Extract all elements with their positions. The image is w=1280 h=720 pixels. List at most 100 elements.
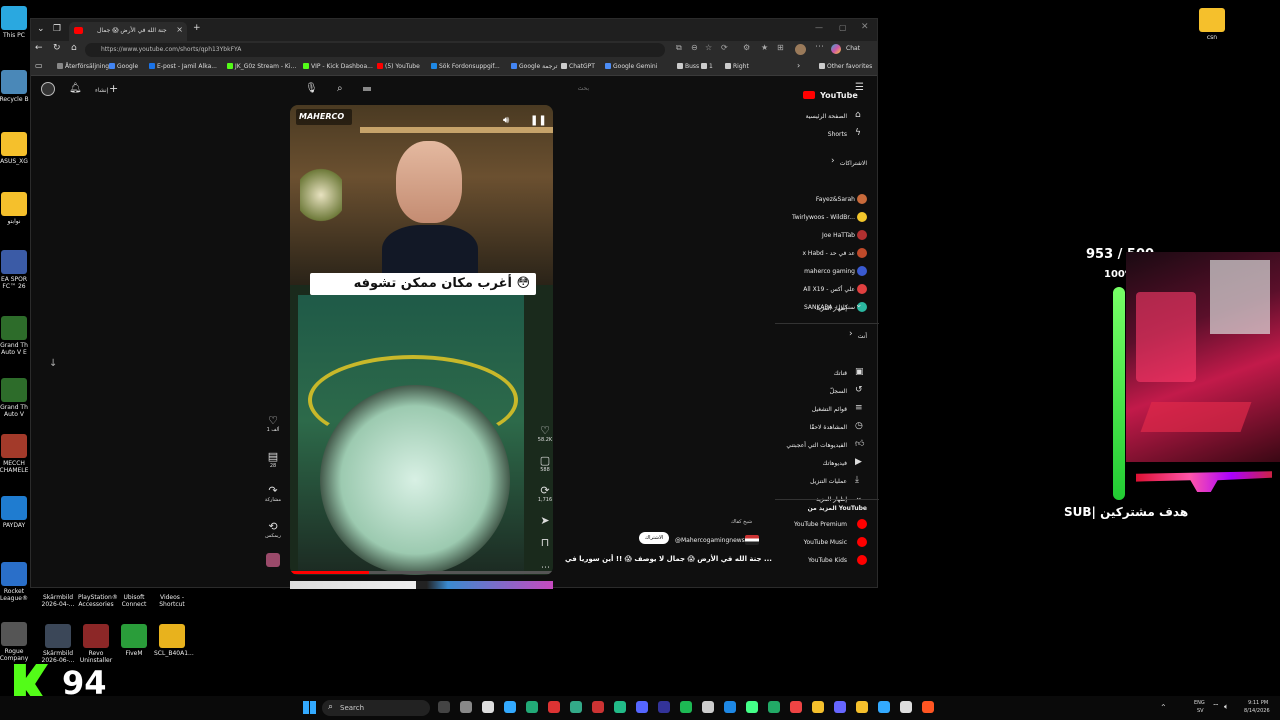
reload-icon[interactable]: ↻: [53, 43, 61, 53]
taskbar-app-icon[interactable]: [526, 701, 538, 713]
favorite-link[interactable]: Right: [725, 63, 749, 70]
notifications-icon[interactable]: 🔔︎: [69, 83, 82, 94]
prev-comment-button[interactable]: ▤ 28: [263, 451, 283, 470]
taskbar-app-icon[interactable]: [878, 701, 890, 713]
search-icon[interactable]: ⌕: [337, 83, 343, 94]
taskbar-app-icon[interactable]: [614, 701, 626, 713]
desktop-icon[interactable]: Revo Uninstaller: [78, 624, 114, 664]
create-plus-icon[interactable]: +: [109, 82, 118, 95]
desktop-icon[interactable]: FiveM: [116, 624, 152, 657]
other-favorites[interactable]: Other favorites: [819, 63, 872, 70]
subscribe-button[interactable]: الاشتراك: [639, 532, 670, 544]
desktop-icon[interactable]: Skärmbild 2026-04-...: [40, 594, 76, 608]
favorites-icon[interactable]: ★: [761, 43, 768, 52]
clock-date[interactable]: 8/14/2026: [1244, 708, 1270, 714]
taskbar-app-icon[interactable]: [768, 701, 780, 713]
zoom-icon[interactable]: ⊖: [691, 43, 698, 52]
favorite-link[interactable]: (5) YouTube: [377, 63, 420, 70]
taskbar-app-icon[interactable]: [592, 701, 604, 713]
volume-icon[interactable]: 🔊︎: [503, 115, 509, 126]
desktop-icon[interactable]: Grand Th Auto V E: [0, 316, 32, 356]
short-video[interactable]: MAHERCO 🔊︎ ❚❚ أغرب مكان ممكن تشوفه 😳: [290, 105, 553, 575]
favorite-link[interactable]: Google: [109, 63, 138, 70]
pause-icon[interactable]: ❚❚: [530, 115, 547, 126]
desktop-icon[interactable]: SCL_B40A1...: [154, 624, 194, 657]
taskbar-app-icon[interactable]: [658, 701, 670, 713]
taskbar-app-icon[interactable]: [900, 701, 912, 713]
tab-close-icon[interactable]: ×: [176, 25, 183, 34]
tab-active[interactable]: جنة الله في الأرض 😱 جمال ×: [69, 22, 187, 41]
favorite-link[interactable]: Google Gemini: [605, 63, 657, 70]
favorite-link[interactable]: Sök Fordonsuppgif...: [431, 63, 500, 70]
lang-bottom[interactable]: SV: [1197, 708, 1204, 714]
desktop-icon[interactable]: Grand Th Auto V: [0, 378, 32, 418]
taskbar-app-icon[interactable]: [636, 701, 648, 713]
favorite-star-icon[interactable]: ☆: [705, 43, 712, 52]
taskbar-app-icon[interactable]: [548, 701, 560, 713]
hamburger-menu-icon[interactable]: ☰: [855, 82, 864, 93]
sound-label[interactable]: شيخ كفاك: [731, 519, 752, 525]
mic-avatar-icon[interactable]: [41, 82, 55, 96]
more-actions-icon[interactable]: ⋯: [541, 563, 550, 573]
taskbar-app-icon[interactable]: [724, 701, 736, 713]
short-title[interactable]: جنة الله في الأرض 😱 جمال لا يوصف 😱 !! أي…: [565, 555, 772, 563]
search-input[interactable]: بحث: [357, 81, 597, 97]
minimize-icon[interactable]: —: [815, 23, 823, 32]
extensions-icon[interactable]: ⟳: [721, 43, 728, 52]
maximize-icon[interactable]: ▢: [839, 23, 847, 32]
favorite-link[interactable]: Google ترجمة: [511, 63, 557, 70]
send-button[interactable]: ➤: [535, 515, 555, 527]
more-menu-icon[interactable]: ⋯: [815, 42, 824, 52]
taskbar-app-icon[interactable]: [834, 701, 846, 713]
channel-avatar[interactable]: [745, 535, 759, 545]
volume-icon[interactable]: 🔈︎: [1224, 702, 1229, 712]
split-screen-icon[interactable]: ⧉: [676, 43, 682, 53]
favorite-link[interactable]: E-post - Jamil Alka...: [149, 63, 217, 70]
taskbar-app-icon[interactable]: [790, 701, 802, 713]
comment-button[interactable]: ▢ 588: [535, 455, 555, 474]
tab-actions-icon[interactable]: ⌄: [37, 24, 45, 34]
prev-like-button[interactable]: ♡ 1 ألف: [263, 415, 283, 434]
desktop-icon[interactable]: PAYDAY: [0, 496, 32, 529]
desktop-icon[interactable]: Videos - Shortcut: [154, 594, 190, 608]
taskbar-app-icon[interactable]: [922, 701, 934, 713]
desktop-icon[interactable]: Ubisoft Connect: [116, 594, 152, 608]
taskbar-app-icon[interactable]: [570, 701, 582, 713]
workspaces-icon[interactable]: ❐: [53, 24, 61, 34]
desktop-icon[interactable]: PlayStation® Accessories: [78, 594, 118, 608]
desktop-icon[interactable]: Skärmbild 2026-06-...: [40, 624, 76, 664]
lang-top[interactable]: ENG: [1194, 700, 1205, 706]
taskbar-search[interactable]: ⌕ Search: [322, 700, 430, 716]
youtube-logo[interactable]: YouTube: [803, 83, 858, 102]
favorite-link[interactable]: ChatGPT: [561, 63, 595, 70]
save-button[interactable]: ⊓: [535, 537, 555, 549]
clock-time[interactable]: 9:11 PM: [1248, 700, 1268, 706]
favorite-link[interactable]: Buss: [677, 63, 699, 70]
share-button[interactable]: ⟳ 1,716: [535, 485, 555, 504]
back-icon[interactable]: ←: [35, 43, 43, 53]
desktop-icon[interactable]: Rogue Company: [0, 622, 32, 662]
collections-2-icon[interactable]: ⊞: [777, 43, 784, 52]
taskbar-app-icon[interactable]: [460, 701, 472, 713]
home-icon[interactable]: ⌂: [71, 43, 77, 53]
desktop-icon[interactable]: EA SPOR FC™ 26: [0, 250, 32, 290]
favorites-bar-icon[interactable]: ▭: [35, 61, 43, 70]
prev-sound-thumb[interactable]: [266, 553, 280, 567]
taskbar-app-icon[interactable]: [812, 701, 824, 713]
taskbar-app-icon[interactable]: [856, 701, 868, 713]
video-progress[interactable]: [290, 571, 553, 574]
favorite-link[interactable]: 1: [701, 63, 713, 70]
desktop-icon[interactable]: Rocket League®: [0, 562, 32, 602]
next-arrow-icon[interactable]: ↓: [49, 358, 57, 369]
taskbar-app-icon[interactable]: [746, 701, 758, 713]
url-field[interactable]: https://www.youtube.com/shorts/qph13YbkF…: [85, 43, 665, 57]
prev-remix-button[interactable]: ⟲ ريمكس: [263, 521, 283, 540]
window-close-icon[interactable]: ✕: [861, 22, 869, 32]
taskbar-app-icon[interactable]: [438, 701, 450, 713]
prev-share-button[interactable]: ↷ مشاركة: [263, 485, 283, 504]
profile-avatar[interactable]: [795, 44, 806, 55]
chat-label[interactable]: Chat: [846, 45, 860, 52]
desktop-icon[interactable]: MECCH CHAMELE: [0, 434, 32, 474]
taskbar-app-icon[interactable]: [702, 701, 714, 713]
create-button-label[interactable]: إنشاء: [95, 87, 108, 94]
